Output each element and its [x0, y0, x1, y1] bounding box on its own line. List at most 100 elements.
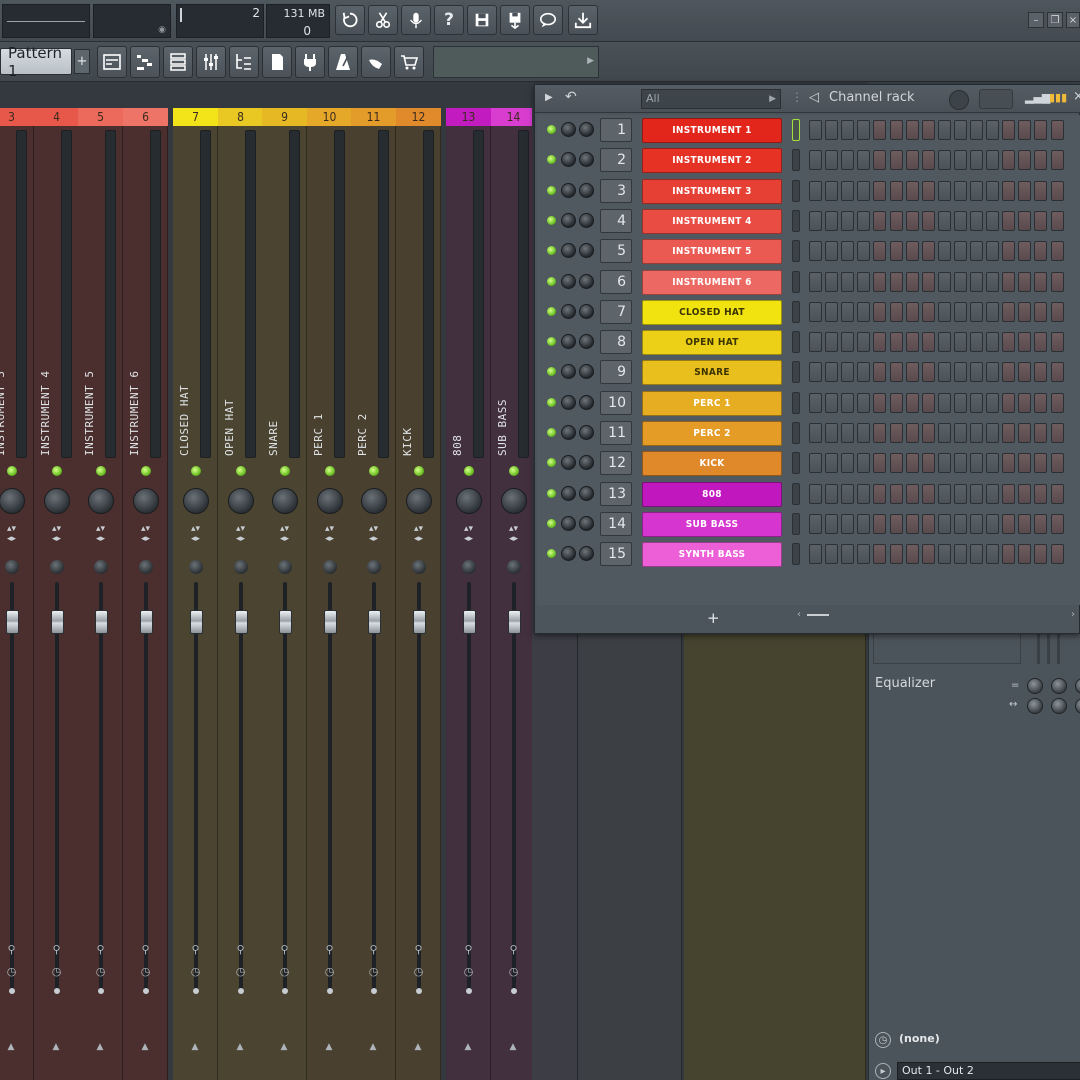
step-button[interactable]	[873, 120, 887, 140]
step-button[interactable]	[1002, 211, 1016, 231]
step-button[interactable]	[970, 120, 983, 140]
step-button[interactable]	[825, 272, 839, 292]
step-button[interactable]	[937, 332, 951, 352]
step-button[interactable]	[1050, 150, 1064, 170]
channel-name-button[interactable]: KICK	[642, 451, 782, 476]
latency-clock-icon[interactable]: ◷	[508, 966, 520, 978]
step-button[interactable]	[873, 302, 887, 322]
channel-volume-knob[interactable]	[579, 364, 594, 379]
step-button[interactable]	[841, 302, 855, 322]
volume-fader-track[interactable]	[511, 582, 516, 992]
pan-knob[interactable]	[43, 488, 70, 514]
step-button[interactable]	[889, 120, 903, 140]
route-dot[interactable]	[142, 988, 149, 994]
pattern-selector[interactable]: Pattern 1	[0, 44, 72, 80]
step-button[interactable]	[937, 150, 951, 170]
latency-clock-icon[interactable]: ◷	[190, 966, 202, 978]
plugin-button[interactable]	[295, 46, 325, 78]
step-button[interactable]	[970, 302, 983, 322]
channel-pan-knob[interactable]	[561, 152, 576, 167]
channel-mute-led[interactable]	[547, 216, 556, 225]
step-button[interactable]	[1034, 332, 1048, 352]
step-button[interactable]	[937, 484, 951, 504]
step-button[interactable]	[953, 544, 967, 564]
eq-knob-6[interactable]	[1075, 698, 1080, 714]
stereo-knob[interactable]	[188, 560, 203, 574]
route-dot[interactable]	[97, 988, 104, 994]
channel-mute-led[interactable]	[547, 277, 556, 286]
step-button[interactable]	[921, 241, 935, 261]
step-button[interactable]	[1002, 241, 1016, 261]
step-button[interactable]	[857, 393, 871, 413]
step-button[interactable]	[1002, 423, 1016, 443]
step-button[interactable]	[986, 241, 1000, 261]
channel-pan-knob[interactable]	[561, 122, 576, 137]
channel-select-indicator[interactable]	[792, 452, 800, 474]
channel-volume-knob[interactable]	[579, 213, 594, 228]
stereo-separation-icon[interactable]: ▴▾ ◂▸	[6, 524, 18, 554]
pan-knob[interactable]	[500, 488, 527, 514]
step-button[interactable]	[970, 514, 983, 534]
channel-select-indicator[interactable]	[792, 331, 800, 353]
step-button[interactable]	[1050, 241, 1064, 261]
step-button[interactable]	[841, 362, 855, 382]
channel-pan-knob[interactable]	[561, 274, 576, 289]
step-button[interactable]	[1034, 362, 1048, 382]
channel-mute-led[interactable]	[547, 367, 556, 376]
pan-knob[interactable]	[271, 488, 298, 514]
channel-mute-led[interactable]	[547, 337, 556, 346]
step-button[interactable]	[1050, 393, 1064, 413]
step-button[interactable]	[937, 120, 951, 140]
volume-fader-track[interactable]	[98, 582, 103, 992]
step-button[interactable]	[1002, 393, 1016, 413]
step-button[interactable]	[970, 241, 983, 261]
channel-volume-knob[interactable]	[579, 183, 594, 198]
record-arm-icon[interactable]: ⚲	[368, 944, 380, 956]
step-button[interactable]	[1034, 150, 1048, 170]
step-button[interactable]	[1018, 544, 1032, 564]
pan-knob[interactable]	[360, 488, 387, 514]
step-button[interactable]	[937, 453, 951, 473]
route-dot[interactable]	[326, 988, 333, 994]
step-button[interactable]	[809, 453, 822, 473]
step-button[interactable]	[857, 272, 871, 292]
mixer-strip-number[interactable]: 4	[34, 108, 79, 126]
step-button[interactable]	[873, 423, 887, 443]
step-button[interactable]	[889, 332, 903, 352]
pan-knob[interactable]	[316, 488, 343, 514]
volume-fader-track[interactable]	[143, 582, 148, 992]
step-button[interactable]	[841, 544, 855, 564]
step-button[interactable]	[1018, 514, 1032, 534]
volume-fader[interactable]	[412, 610, 426, 634]
step-button[interactable]	[1018, 302, 1032, 322]
step-button[interactable]	[1050, 272, 1064, 292]
channel-pan-knob[interactable]	[561, 425, 576, 440]
eq-knob-1[interactable]	[1027, 678, 1043, 694]
route-dot[interactable]	[192, 988, 199, 994]
step-button[interactable]	[970, 362, 983, 382]
mute-led[interactable]	[463, 466, 474, 476]
channel-name-button[interactable]: INSTRUMENT 6	[642, 270, 782, 295]
step-button[interactable]	[937, 302, 951, 322]
step-button[interactable]	[1050, 332, 1064, 352]
step-button[interactable]	[1018, 423, 1032, 443]
route-arrow-icon[interactable]: ▲	[465, 1042, 472, 1052]
step-button[interactable]	[841, 120, 855, 140]
latency-clock-icon[interactable]: ◷	[463, 966, 475, 978]
step-button[interactable]	[953, 272, 967, 292]
mixer-strip-number[interactable]: 10	[307, 108, 352, 126]
eq-band-sliders[interactable]	[1033, 632, 1080, 664]
step-button[interactable]	[1034, 423, 1048, 443]
channel-volume-knob[interactable]	[579, 304, 594, 319]
channel-mute-led[interactable]	[547, 519, 556, 528]
latency-clock-icon[interactable]: ◷	[368, 966, 380, 978]
step-button[interactable]	[921, 150, 935, 170]
record-arm-icon[interactable]: ⚲	[508, 944, 520, 956]
step-button[interactable]	[905, 393, 919, 413]
step-button[interactable]	[970, 393, 983, 413]
channel-volume-knob[interactable]	[579, 486, 594, 501]
close-window-button[interactable]: ×	[1066, 12, 1080, 28]
step-button[interactable]	[1050, 453, 1064, 473]
record-arm-icon[interactable]: ⚲	[95, 944, 107, 956]
step-button[interactable]	[905, 423, 919, 443]
